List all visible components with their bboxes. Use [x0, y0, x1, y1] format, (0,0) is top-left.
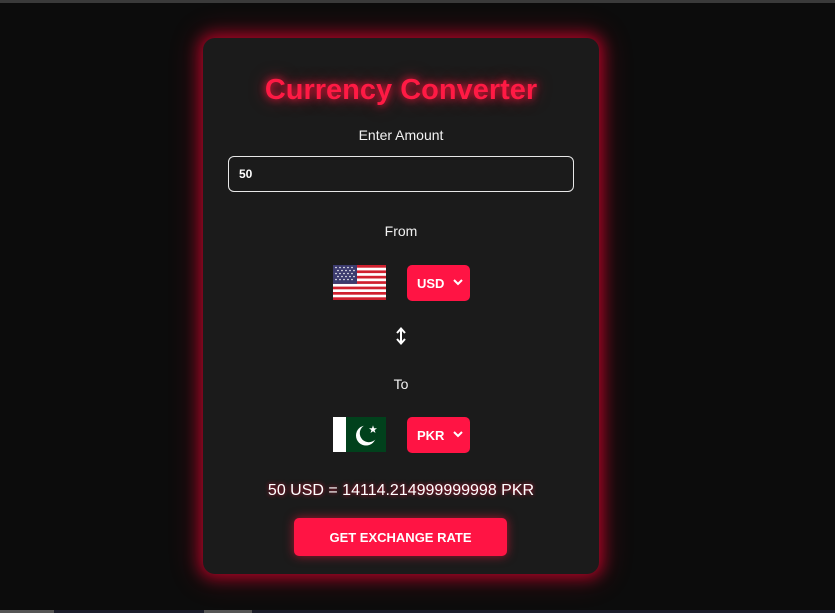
converter-card: Currency Converter Enter Amount From USD — [203, 38, 599, 574]
to-currency-select[interactable]: PKR — [407, 417, 470, 453]
chevron-down-icon — [452, 276, 464, 288]
from-currency-select[interactable]: USD — [407, 265, 470, 301]
to-label: To — [393, 376, 409, 392]
amount-label: Enter Amount — [358, 127, 444, 143]
from-currency-value: USD — [417, 275, 445, 291]
window-top-bar — [0, 0, 835, 3]
us-flag-icon — [333, 265, 386, 300]
swap-arrows-icon[interactable] — [394, 326, 408, 346]
get-exchange-rate-button[interactable]: GET EXCHANGE RATE — [294, 518, 507, 556]
amount-input[interactable] — [228, 156, 574, 192]
exchange-result: 50 USD = 14114.214999999998 PKR — [267, 482, 535, 499]
to-currency-value: PKR — [417, 427, 445, 443]
page-title: Currency Converter — [264, 74, 538, 106]
from-label: From — [384, 223, 418, 239]
pk-flag-icon — [333, 417, 386, 452]
chevron-down-icon — [452, 428, 464, 440]
